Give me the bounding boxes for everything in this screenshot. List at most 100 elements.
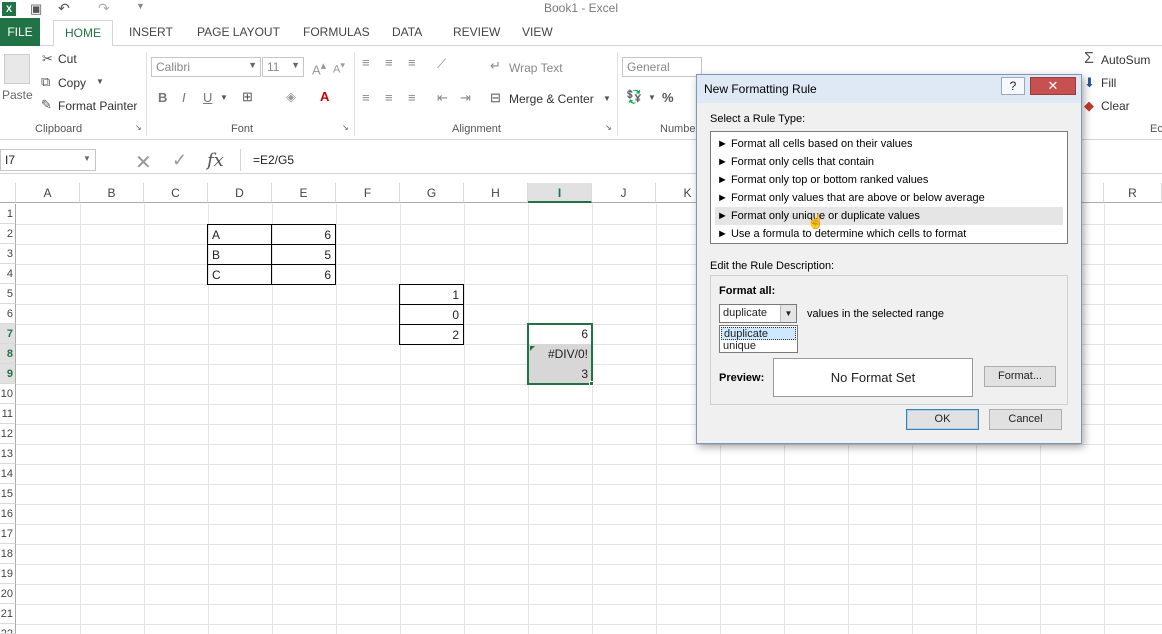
row-header[interactable]: 18 bbox=[0, 544, 16, 564]
align-middle-icon[interactable]: ≡ bbox=[385, 55, 393, 70]
dropdown-option-duplicate[interactable]: duplicate bbox=[721, 327, 796, 340]
cancel-button[interactable]: Cancel bbox=[989, 409, 1062, 430]
alignment-launcher-icon[interactable]: ↘ bbox=[605, 123, 612, 132]
tab-file[interactable]: FILE bbox=[0, 18, 40, 46]
row-header[interactable]: 22 bbox=[0, 624, 16, 634]
column-header[interactable]: B bbox=[80, 183, 144, 203]
cell-E3[interactable]: 5 bbox=[271, 244, 336, 265]
insert-function-icon[interactable]: fx bbox=[207, 150, 224, 171]
column-header[interactable]: A bbox=[16, 183, 80, 203]
duplicate-unique-select[interactable]: duplicate ▼ bbox=[719, 304, 797, 323]
row-header[interactable]: 20 bbox=[0, 584, 16, 604]
rule-type-item[interactable]: ► Format only values that are above or b… bbox=[715, 189, 1063, 207]
font-size-combo[interactable]: 11 ▼ bbox=[262, 57, 304, 77]
wrap-text-button[interactable]: Wrap Text bbox=[509, 61, 563, 75]
row-header[interactable]: 14 bbox=[0, 464, 16, 484]
align-center-icon[interactable]: ≡ bbox=[385, 90, 393, 105]
row-header[interactable]: 9 bbox=[0, 364, 16, 384]
decrease-indent-icon[interactable]: ⇤ bbox=[437, 90, 448, 106]
ok-button[interactable]: OK bbox=[906, 409, 979, 430]
format-button[interactable]: Format... bbox=[984, 366, 1056, 387]
cell-D4[interactable]: C bbox=[207, 264, 272, 285]
cell-D3[interactable]: B bbox=[207, 244, 272, 265]
name-box[interactable]: I7 bbox=[0, 149, 96, 171]
row-header[interactable]: 13 bbox=[0, 444, 16, 464]
tab-data[interactable]: DATA bbox=[392, 25, 422, 39]
column-header[interactable]: J bbox=[592, 183, 656, 203]
row-header[interactable]: 1 bbox=[0, 204, 16, 224]
shrink-font-icon[interactable]: A▾ bbox=[333, 60, 345, 76]
cell-G7[interactable]: 2 bbox=[399, 324, 464, 345]
cell-E4[interactable]: 6 bbox=[271, 264, 336, 285]
rule-type-item[interactable]: ► Use a formula to determine which cells… bbox=[715, 225, 1063, 243]
borders-icon[interactable]: ⊞ bbox=[242, 89, 253, 105]
format-painter-button[interactable]: Format Painter bbox=[58, 99, 137, 113]
paste-icon[interactable] bbox=[4, 54, 30, 84]
help-button[interactable]: ? bbox=[1001, 77, 1025, 95]
row-header[interactable]: 12 bbox=[0, 424, 16, 444]
paste-button[interactable]: Paste bbox=[2, 88, 33, 102]
row-header[interactable]: 3 bbox=[0, 244, 16, 264]
font-color-icon[interactable]: A bbox=[320, 89, 329, 104]
confirm-entry-icon[interactable]: ✓ bbox=[172, 150, 187, 171]
rule-type-item-selected[interactable]: ► Format only unique or duplicate values bbox=[715, 207, 1063, 225]
name-box-dropdown-icon[interactable]: ▼ bbox=[83, 154, 91, 163]
column-header[interactable]: D bbox=[208, 183, 272, 203]
tab-formulas[interactable]: FORMULAS bbox=[303, 25, 370, 39]
merge-dropdown-icon[interactable]: ▼ bbox=[603, 94, 611, 103]
merge-center-button[interactable]: Merge & Center bbox=[509, 92, 594, 106]
tab-home[interactable]: HOME bbox=[53, 20, 113, 47]
currency-dropdown-icon[interactable]: ▼ bbox=[648, 93, 656, 102]
fill-button[interactable]: Fill bbox=[1101, 76, 1116, 90]
row-header[interactable]: 6 bbox=[0, 304, 16, 324]
rule-type-item[interactable]: ► Format only cells that contain bbox=[715, 153, 1063, 171]
rule-type-item[interactable]: ► Format only top or bottom ranked value… bbox=[715, 171, 1063, 189]
column-header[interactable]: C bbox=[144, 183, 208, 203]
currency-icon[interactable]: 💱 bbox=[626, 89, 642, 105]
row-header[interactable]: 19 bbox=[0, 564, 16, 584]
increase-indent-icon[interactable]: ⇥ bbox=[460, 90, 471, 106]
chevron-down-icon[interactable]: ▼ bbox=[780, 305, 796, 322]
percent-button[interactable]: % bbox=[662, 90, 674, 105]
tab-page-layout[interactable]: PAGE LAYOUT bbox=[197, 25, 280, 39]
row-header[interactable]: 17 bbox=[0, 524, 16, 544]
row-header[interactable]: 8 bbox=[0, 344, 16, 364]
select-all-corner[interactable] bbox=[0, 183, 16, 203]
row-header[interactable]: 10 bbox=[0, 384, 16, 404]
align-left-icon[interactable]: ≡ bbox=[362, 90, 370, 105]
row-header[interactable]: 7 bbox=[0, 324, 16, 344]
fill-color-icon[interactable]: ◈ bbox=[286, 89, 296, 105]
close-button[interactable]: ✕ bbox=[1030, 77, 1076, 95]
row-header[interactable]: 5 bbox=[0, 284, 16, 304]
cancel-entry-icon[interactable]: ✕ bbox=[135, 150, 152, 175]
underline-dropdown-icon[interactable]: ▼ bbox=[220, 93, 228, 102]
font-launcher-icon[interactable]: ↘ bbox=[342, 123, 349, 132]
dropdown-option-unique[interactable]: unique bbox=[721, 340, 796, 353]
column-header[interactable]: I bbox=[528, 183, 592, 203]
cell-G5[interactable]: 1 bbox=[399, 284, 464, 305]
row-header[interactable]: 2 bbox=[0, 224, 16, 244]
number-format-combo[interactable]: General bbox=[622, 57, 702, 77]
cell-G6[interactable]: 0 bbox=[399, 304, 464, 325]
row-header[interactable]: 16 bbox=[0, 504, 16, 524]
grow-font-icon[interactable]: A▴ bbox=[312, 59, 326, 77]
tab-insert[interactable]: INSERT bbox=[129, 25, 173, 39]
cell-D2[interactable]: A bbox=[207, 224, 272, 245]
column-header[interactable]: R bbox=[1104, 183, 1162, 203]
row-header[interactable]: 15 bbox=[0, 484, 16, 504]
cut-button[interactable]: Cut bbox=[58, 52, 77, 66]
clipboard-launcher-icon[interactable]: ↘ bbox=[135, 123, 142, 132]
rule-type-item[interactable]: ► Format all cells based on their values bbox=[715, 135, 1063, 153]
cell-E2[interactable]: 6 bbox=[271, 224, 336, 245]
font-name-combo[interactable]: Calibri ▼ bbox=[151, 57, 261, 77]
clear-button[interactable]: Clear bbox=[1101, 99, 1130, 113]
orientation-icon[interactable]: ⟋ bbox=[437, 56, 446, 72]
copy-button[interactable]: Copy bbox=[58, 76, 86, 90]
column-header[interactable]: E bbox=[272, 183, 336, 203]
fill-handle[interactable] bbox=[589, 381, 594, 386]
column-header[interactable]: F bbox=[336, 183, 400, 203]
tab-review[interactable]: REVIEW bbox=[453, 25, 500, 39]
underline-button[interactable]: U bbox=[203, 90, 212, 105]
row-header[interactable]: 11 bbox=[0, 404, 16, 424]
column-header[interactable]: H bbox=[464, 183, 528, 203]
